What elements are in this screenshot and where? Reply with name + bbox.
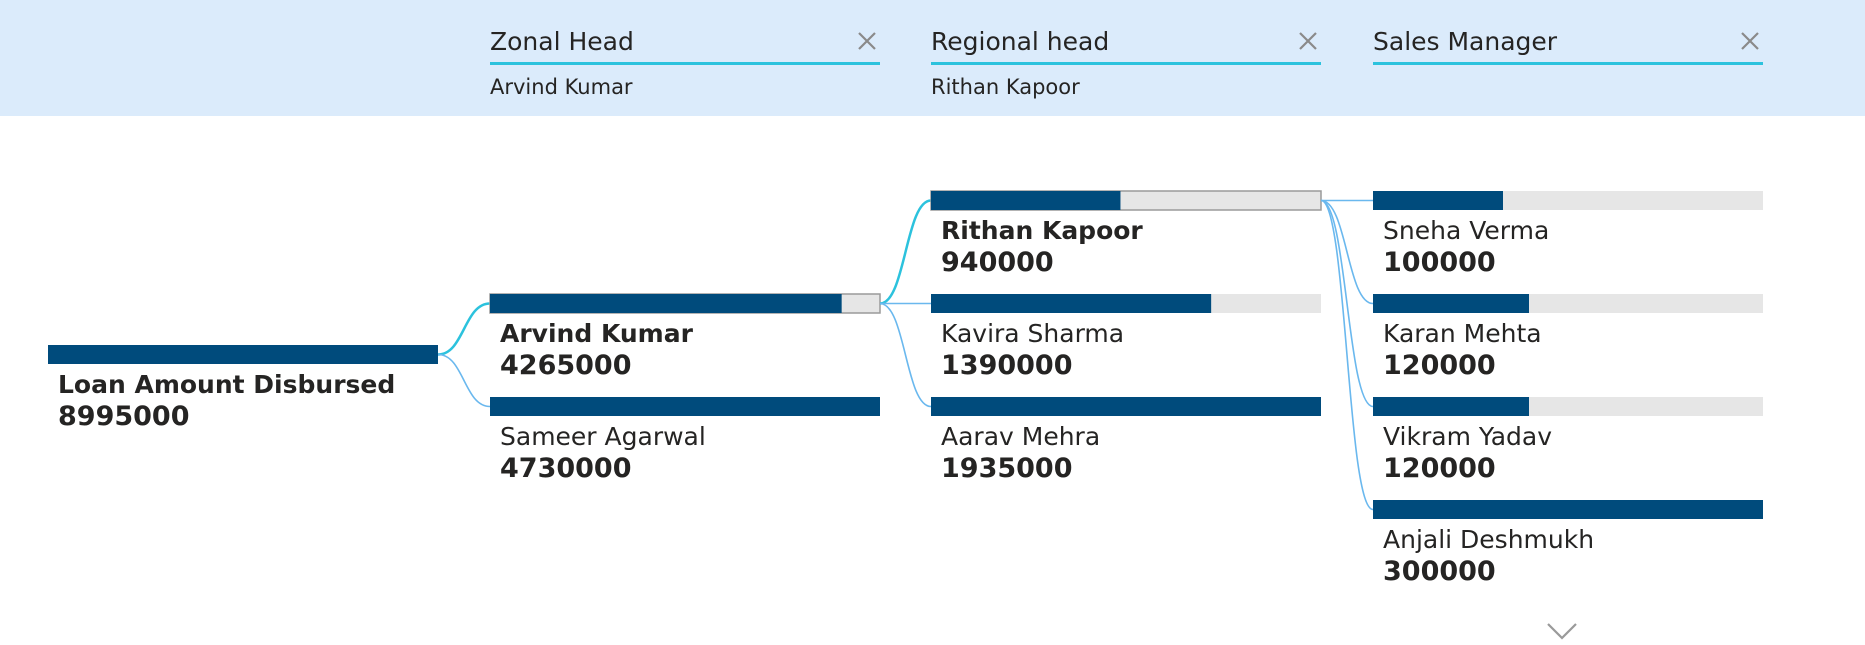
node-karan-mehta-bar <box>1373 294 1529 313</box>
node-rithan-kapoor-bar <box>931 191 1121 210</box>
node-name: Rithan Kapoor <box>941 216 1143 245</box>
node-value: 940000 <box>941 247 1054 278</box>
node-value: 300000 <box>1383 556 1496 587</box>
node-name: Aarav Mehra <box>941 422 1101 451</box>
root-node-label[interactable]: Loan Amount Disbursed 8995000 <box>58 369 395 433</box>
node-name: Karan Mehta <box>1383 319 1542 348</box>
node-sneha-verma-label[interactable]: Sneha Verma 100000 <box>1383 215 1549 279</box>
root-node-bar <box>48 345 438 364</box>
node-anjali-deshmukh-label[interactable]: Anjali Deshmukh 300000 <box>1383 524 1594 588</box>
chevron-down-icon[interactable] <box>1545 620 1579 642</box>
node-name: Sameer Agarwal <box>500 422 706 451</box>
connector-line <box>437 302 491 356</box>
node-value: 8995000 <box>58 401 190 432</box>
connector-line <box>437 353 491 408</box>
node-name: Loan Amount Disbursed <box>58 370 396 399</box>
node-sameer-agarwal-label[interactable]: Sameer Agarwal 4730000 <box>500 421 706 485</box>
connector-line <box>1320 199 1374 305</box>
decomposition-tree-visual: Zonal Head Arvind Kumar Regional head Ri… <box>0 0 1865 645</box>
node-value: 120000 <box>1383 453 1496 484</box>
node-aarav-mehra-bar <box>931 397 1321 416</box>
node-kavira-sharma-label[interactable]: Kavira Sharma 1390000 <box>941 318 1124 382</box>
connector-line <box>879 302 932 408</box>
node-value: 100000 <box>1383 247 1496 278</box>
node-arvind-kumar-label[interactable]: Arvind Kumar 4265000 <box>500 318 693 382</box>
node-vikram-yadav-label[interactable]: Vikram Yadav 120000 <box>1383 421 1552 485</box>
connector-line <box>1320 199 1374 511</box>
node-vikram-yadav-bar <box>1373 397 1529 416</box>
node-value: 4730000 <box>500 453 632 484</box>
connector-line <box>1320 199 1374 408</box>
node-name: Arvind Kumar <box>500 319 693 348</box>
node-arvind-kumar-bar <box>490 294 842 313</box>
node-kavira-sharma-bar <box>931 294 1212 313</box>
node-aarav-mehra-label[interactable]: Aarav Mehra 1935000 <box>941 421 1100 485</box>
node-value: 4265000 <box>500 350 632 381</box>
node-value: 120000 <box>1383 350 1496 381</box>
node-name: Sneha Verma <box>1383 216 1550 245</box>
node-karan-mehta-label[interactable]: Karan Mehta 120000 <box>1383 318 1542 382</box>
node-sneha-verma-bar <box>1373 191 1503 210</box>
node-value: 1935000 <box>941 453 1073 484</box>
connector-line <box>879 199 932 305</box>
node-name: Kavira Sharma <box>941 319 1125 348</box>
node-sameer-agarwal-bar <box>490 397 880 416</box>
node-name: Vikram Yadav <box>1383 422 1553 451</box>
node-rithan-kapoor-label[interactable]: Rithan Kapoor 940000 <box>941 215 1143 279</box>
node-anjali-deshmukh-bar <box>1373 500 1763 519</box>
node-value: 1390000 <box>941 350 1073 381</box>
node-name: Anjali Deshmukh <box>1383 525 1595 554</box>
